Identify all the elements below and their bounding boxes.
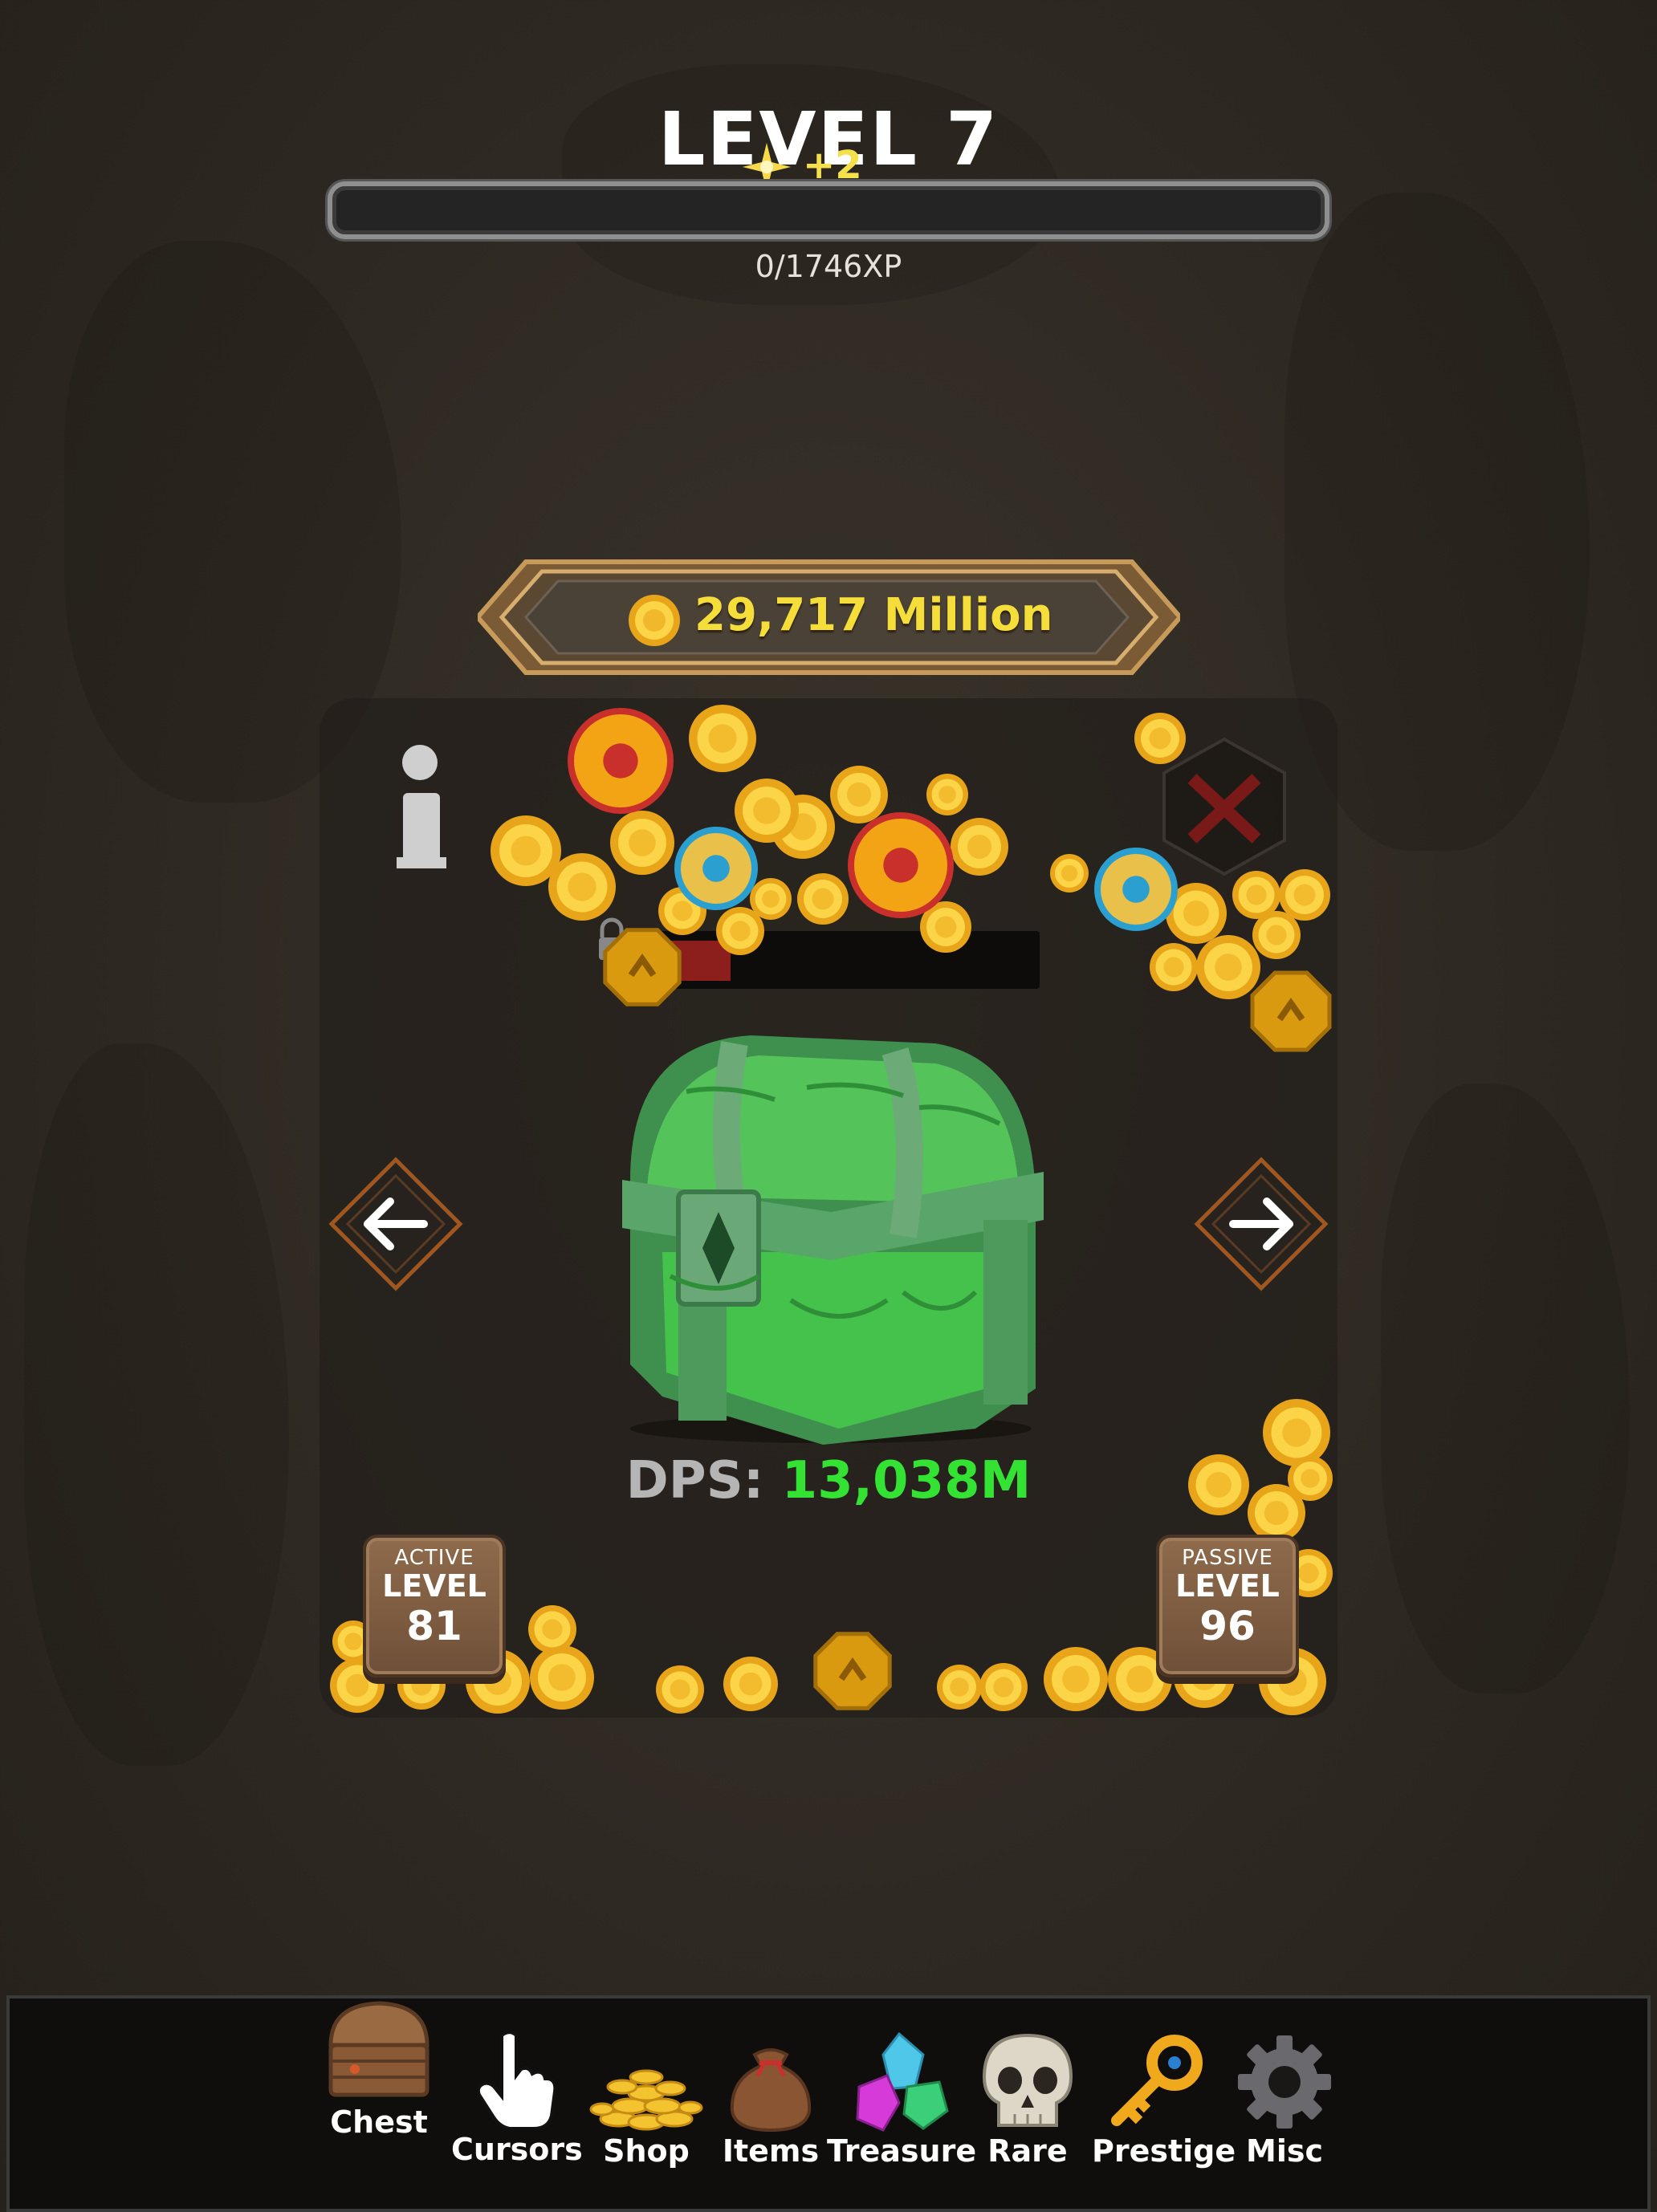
nav-item-prestige[interactable]: Prestige <box>1092 2031 1236 2169</box>
nav-item-shop[interactable]: Shop <box>586 2031 706 2169</box>
nav-label-cursors: Cursors <box>451 2132 583 2167</box>
jade-chest-image[interactable] <box>598 1011 1056 1445</box>
nav-item-cursors[interactable]: Cursors <box>451 2029 583 2167</box>
nav-label-treasure: Treasure <box>827 2133 977 2169</box>
nav-label-items: Items <box>722 2133 820 2169</box>
nav-label-shop: Shop <box>603 2133 690 2169</box>
lock-icon <box>599 917 625 960</box>
passive-level-word: LEVEL <box>1175 1568 1280 1604</box>
passive-level-value: 96 <box>1199 1603 1256 1649</box>
nav-label-misc: Misc <box>1246 2133 1323 2169</box>
nav-item-misc[interactable]: Misc <box>1228 2031 1341 2169</box>
xp-progress-bar <box>328 181 1329 239</box>
close-icon[interactable] <box>1156 734 1293 879</box>
passive-level-kind: PASSIVE <box>1182 1546 1273 1570</box>
next-chest-arrow[interactable] <box>1193 1156 1329 1292</box>
xp-counter: 0/1746XP <box>755 249 902 284</box>
loot-bag-icon <box>730 2048 812 2133</box>
skull-icon <box>982 2033 1073 2127</box>
nav-label-prestige: Prestige <box>1092 2133 1236 2169</box>
dps-label: DPS: <box>625 1451 764 1511</box>
nav-label-chest: Chest <box>330 2104 428 2140</box>
active-level-kind: ACTIVE <box>394 1546 474 1570</box>
chest-health-bar <box>638 931 1040 989</box>
gear-icon <box>1238 2035 1331 2129</box>
nav-item-chest[interactable]: Chest <box>315 1997 443 2140</box>
gold-coin-icon <box>629 595 680 646</box>
coin-pile-icon <box>589 2069 703 2131</box>
passive-level-badge[interactable]: PASSIVE LEVEL 96 <box>1156 1535 1299 1677</box>
nav-item-items[interactable]: Items <box>715 2031 827 2169</box>
dps-readout: DPS: 13,038M <box>0 1451 1657 1511</box>
chest-icon <box>328 2001 430 2097</box>
info-icon[interactable] <box>392 738 448 883</box>
chest-health-fill <box>638 941 731 981</box>
previous-chest-arrow[interactable] <box>328 1156 464 1292</box>
active-level-badge[interactable]: ACTIVE LEVEL 81 <box>363 1535 506 1677</box>
key-icon <box>1111 2035 1203 2126</box>
nav-item-treasure[interactable]: Treasure <box>827 2031 977 2169</box>
nav-item-rare[interactable]: Rare <box>971 2031 1084 2169</box>
dps-value: 13,038M <box>781 1451 1032 1511</box>
active-level-word: LEVEL <box>382 1568 487 1604</box>
cursor-hand-icon <box>476 2031 557 2130</box>
gold-amount: 29,717 Million <box>694 589 1053 641</box>
nav-label-rare: Rare <box>987 2133 1068 2169</box>
active-level-value: 81 <box>406 1603 462 1649</box>
gems-icon <box>856 2031 949 2132</box>
